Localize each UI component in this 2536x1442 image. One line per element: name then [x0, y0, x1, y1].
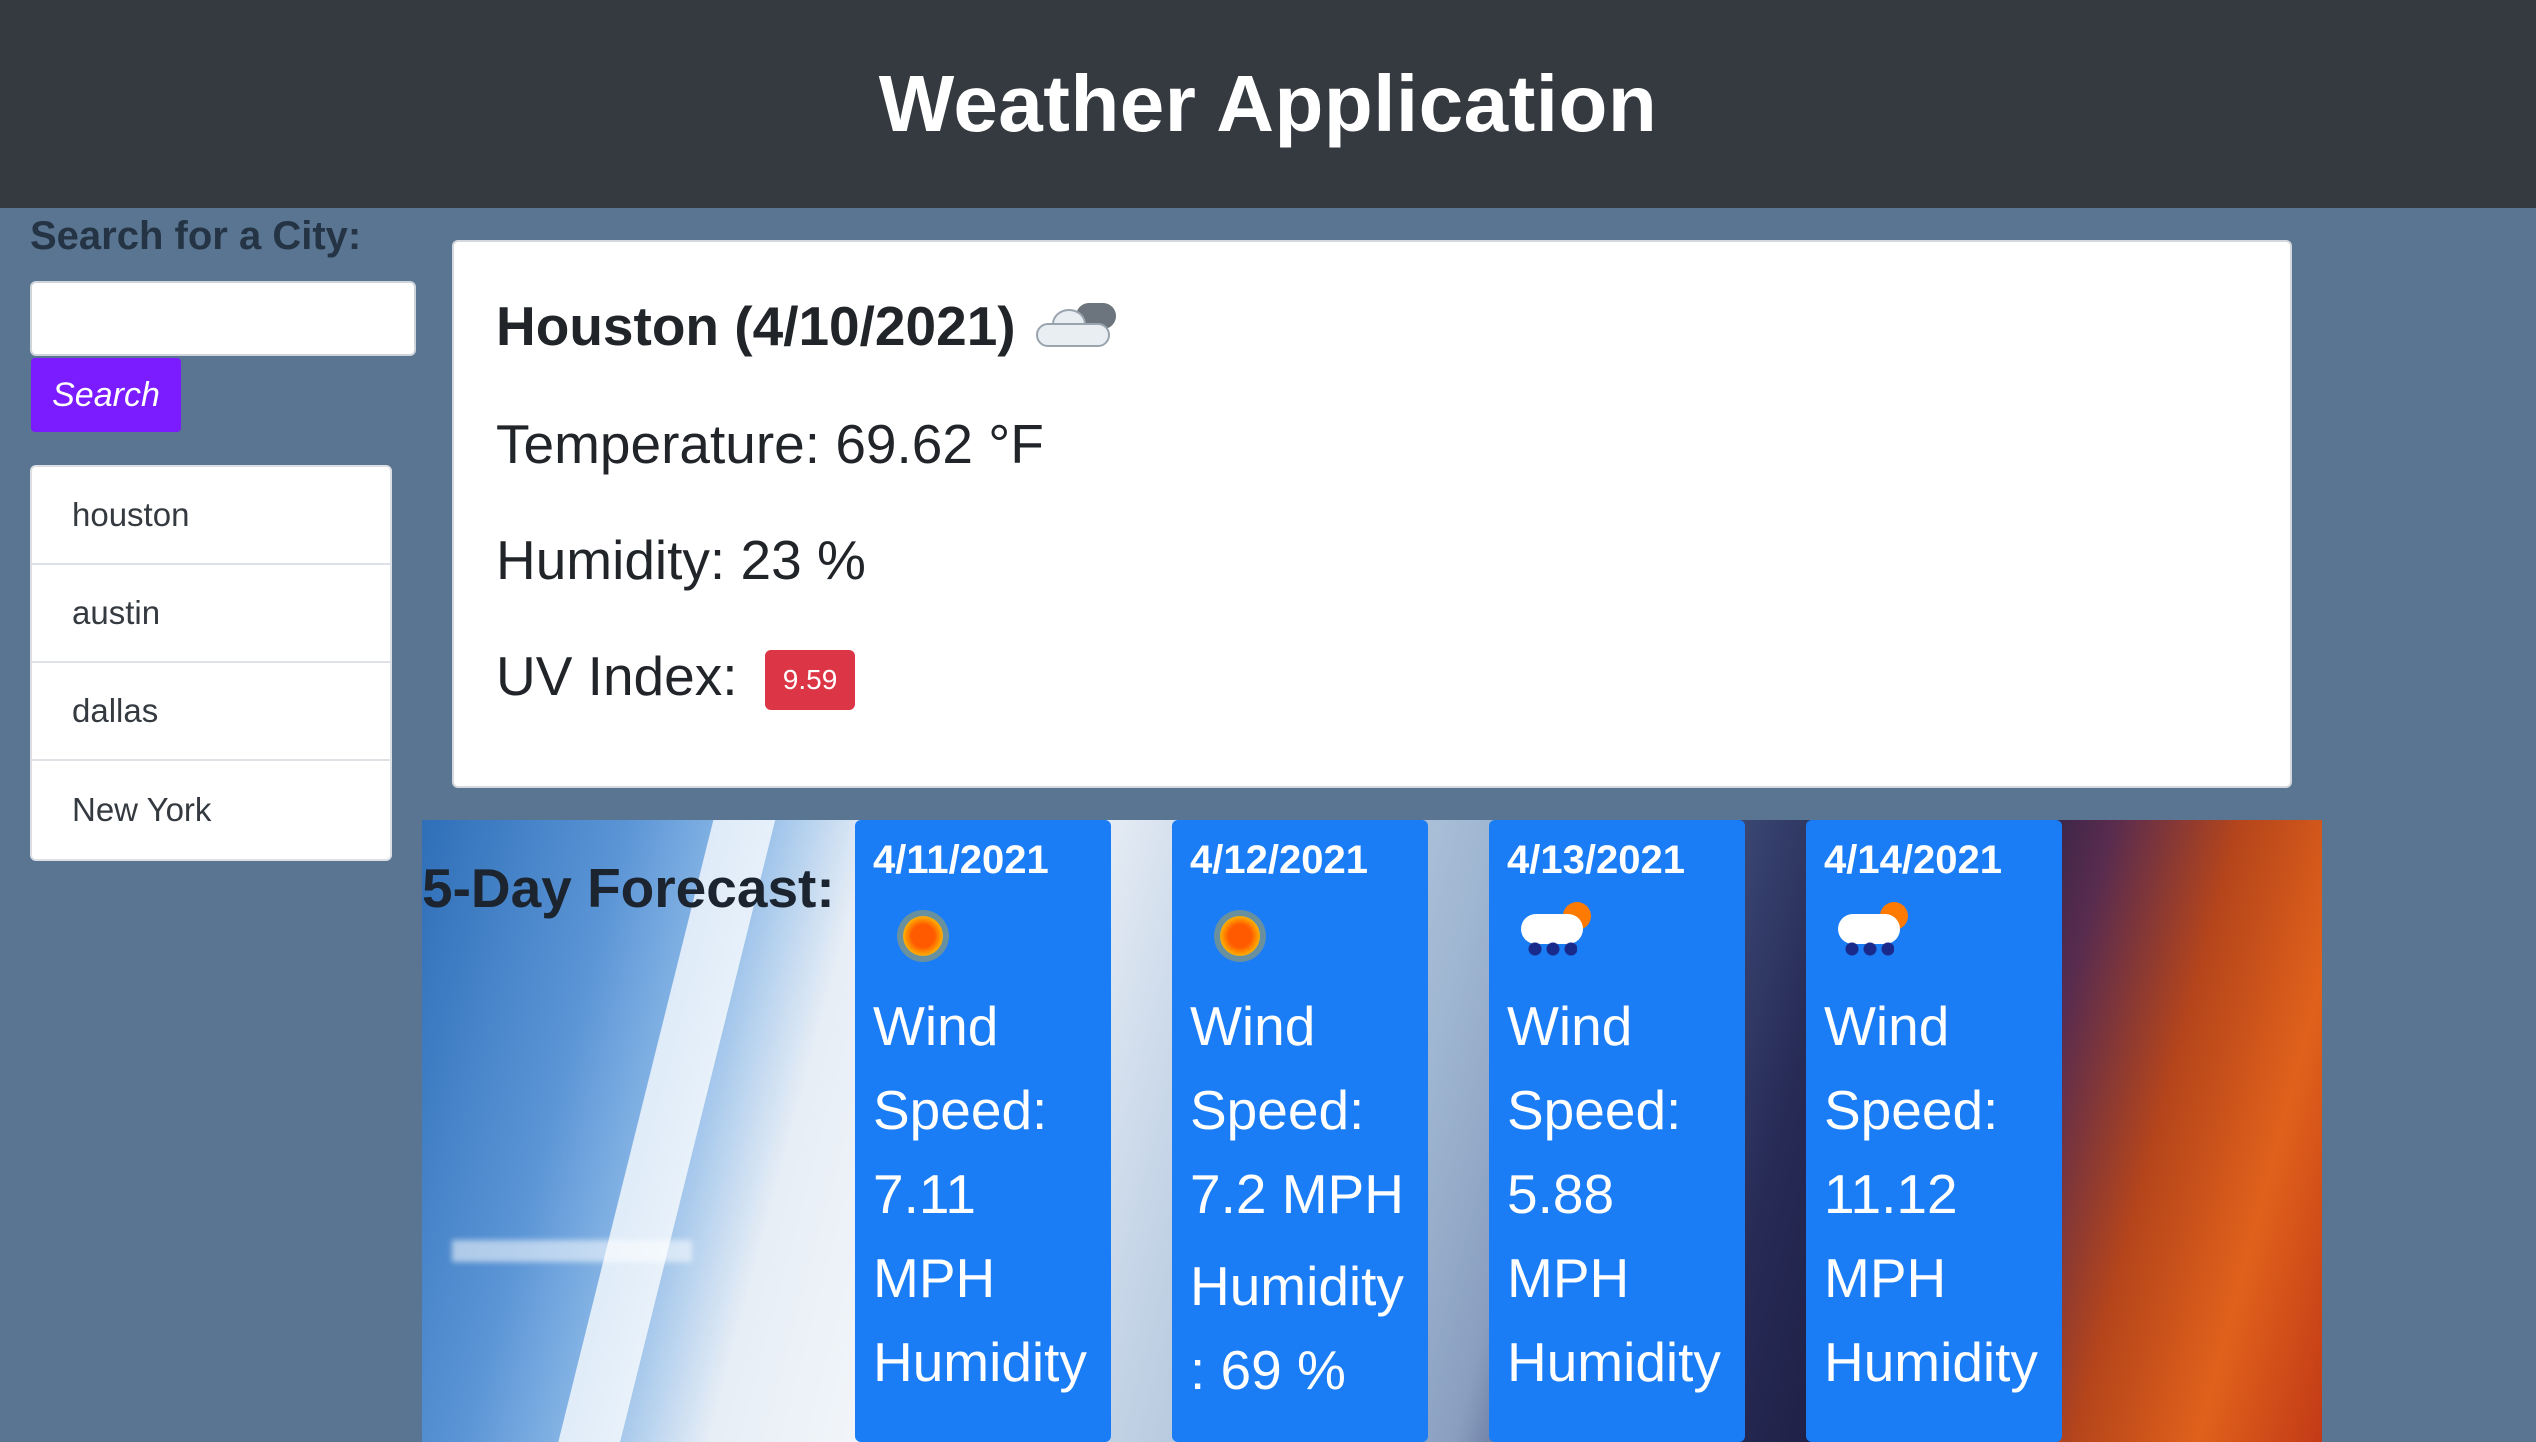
forecast-title: 5-Day Forecast:	[422, 857, 835, 919]
uv-label: UV Index:	[496, 645, 738, 707]
current-city-date: Houston (4/10/2021)	[496, 295, 1016, 357]
forecast-card: 4/13/2021 Wind Speed: 5.88 MPH Humidity	[1489, 820, 1745, 1442]
history-item[interactable]: dallas	[32, 663, 390, 761]
forecast-date: 4/14/2021	[1824, 838, 2002, 882]
forecast-card: 4/12/2021 Wind Speed: 7.2 MPH Humidity :…	[1172, 820, 1428, 1442]
forecast-humidity: Humidity	[1507, 1331, 1721, 1393]
current-city-title: Houston (4/10/2021)	[496, 294, 1120, 358]
forecast-wind: Wind Speed: 7.2 MPH	[1190, 995, 1404, 1225]
current-temperature: Temperature: 69.62 °F	[496, 413, 1044, 475]
sun-icon	[873, 888, 1093, 984]
forecast-date: 4/12/2021	[1190, 838, 1368, 882]
history-item[interactable]: austin	[32, 565, 390, 663]
forecast-date: 4/13/2021	[1507, 838, 1685, 882]
forecast-humidity: Humidity	[1824, 1331, 2038, 1393]
forecast-date: 4/11/2021	[873, 838, 1049, 882]
history-item[interactable]: houston	[32, 467, 390, 565]
search-history-list: houston austin dallas New York	[30, 465, 392, 861]
app-header: Weather Application	[0, 0, 2536, 208]
sun-icon	[1190, 888, 1410, 984]
forecast-humidity: Humidity : 69 %	[1190, 1255, 1404, 1401]
forecast-wind: Wind Speed: 7.11 MPH	[873, 995, 1048, 1309]
rain-sun-icon	[1507, 888, 1727, 984]
current-uv-row: UV Index: 9.59	[496, 644, 856, 711]
uv-badge: 9.59	[764, 650, 856, 711]
page-title: Weather Application	[878, 59, 1658, 148]
cloud-icon	[1030, 301, 1120, 351]
forecast-card: 4/14/2021 Wind Speed: 11.12 MPH Humidity	[1806, 820, 2062, 1442]
rain-sun-icon	[1824, 888, 2044, 984]
history-item[interactable]: New York	[32, 761, 390, 859]
forecast-humidity: Humidity	[873, 1331, 1087, 1393]
search-label: Search for a City:	[30, 214, 362, 258]
current-weather-card: Houston (4/10/2021) Temperature: 69.62 °…	[452, 240, 2292, 788]
forecast-wind: Wind Speed: 5.88 MPH	[1507, 995, 1682, 1309]
search-input[interactable]	[30, 281, 416, 356]
search-button[interactable]: Search	[31, 358, 181, 432]
forecast-card: 4/11/2021 Wind Speed: 7.11 MPH Humidity	[855, 820, 1111, 1442]
current-humidity: Humidity: 23 %	[496, 529, 866, 591]
forecast-wind: Wind Speed: 11.12 MPH	[1824, 995, 1999, 1309]
